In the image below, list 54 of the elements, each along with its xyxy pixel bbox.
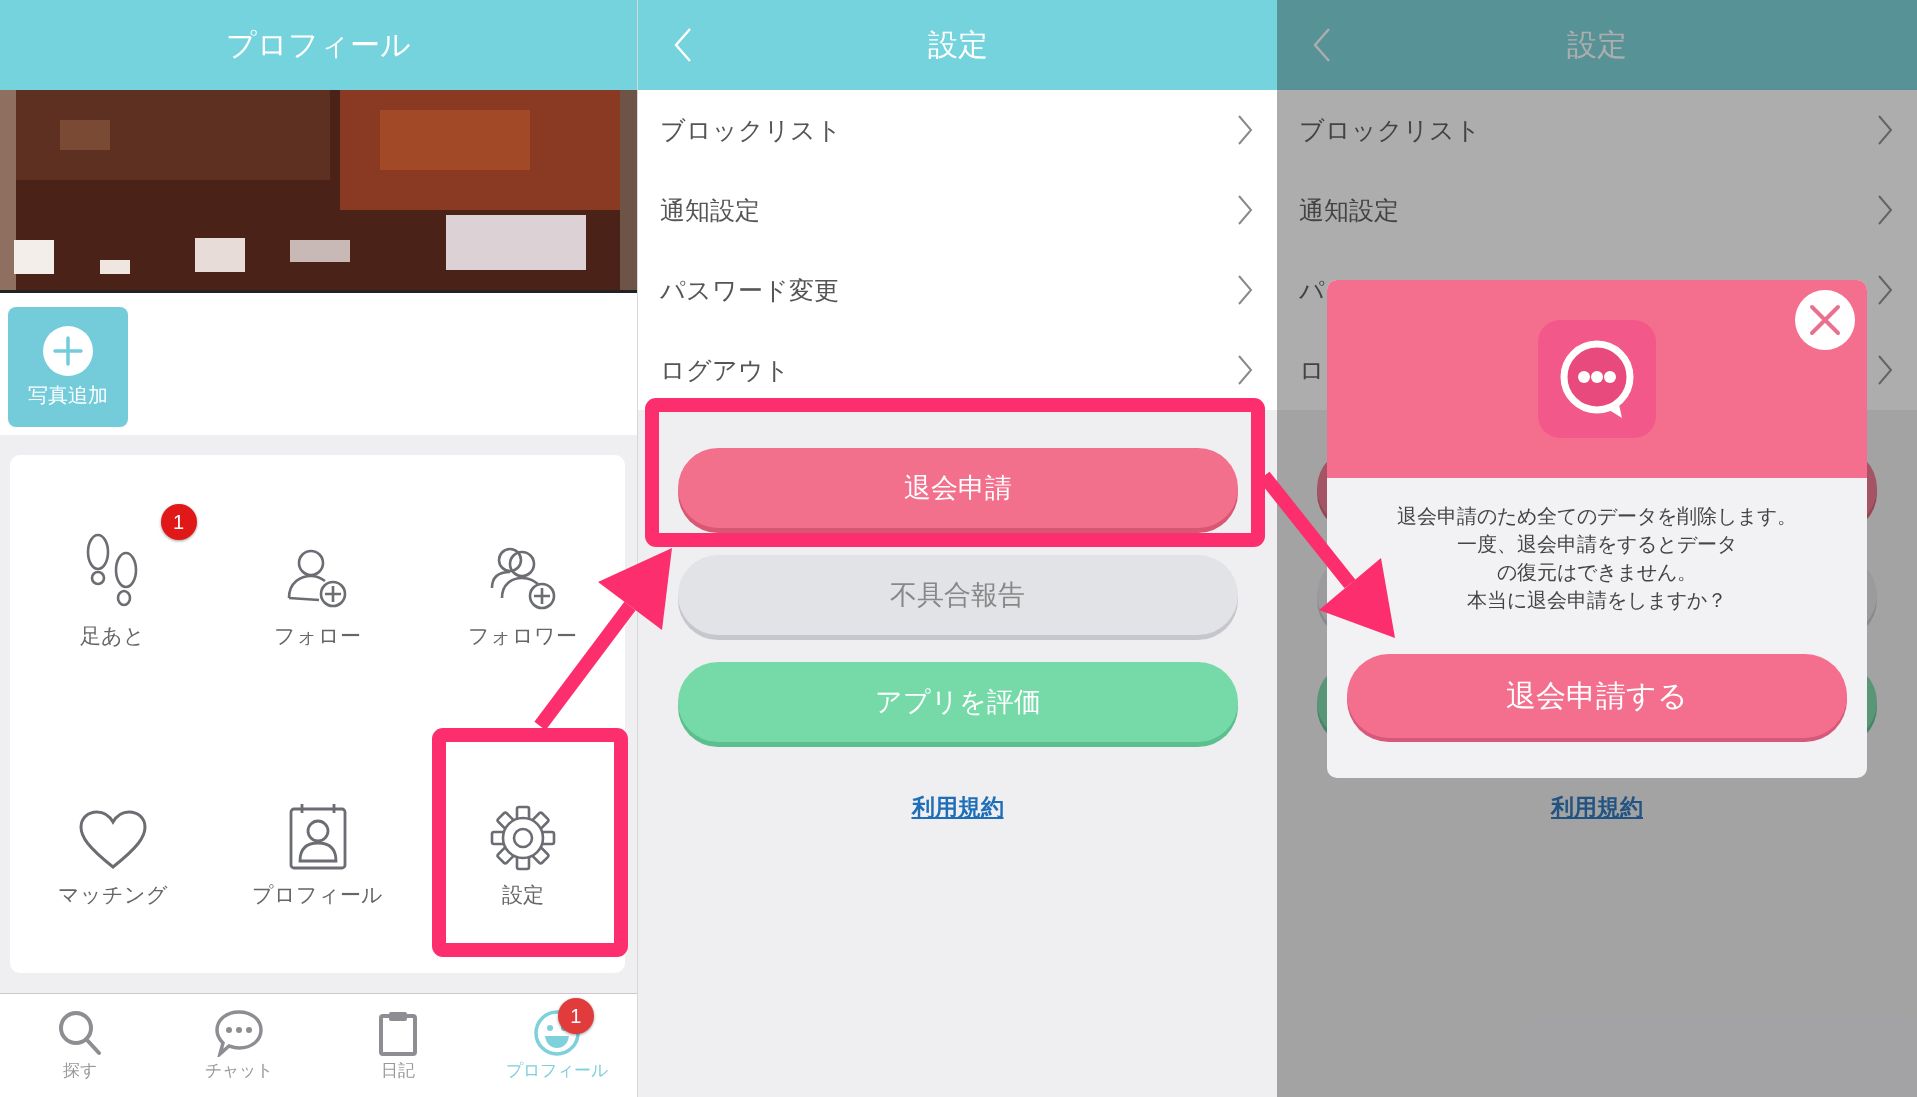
tab-item[interactable]: 探す (0, 994, 160, 1097)
row-label: 通知設定 (1299, 194, 1399, 226)
back-icon[interactable] (1313, 27, 1331, 63)
settings-row[interactable]: ブロックリスト (1277, 90, 1917, 170)
tab-item[interactable]: プロフィール 1 (477, 994, 637, 1097)
row-label: ログアウト (660, 354, 790, 386)
row-label: ブロックリスト (660, 114, 842, 146)
settings-row[interactable]: パスワード変更 (638, 250, 1277, 330)
chat-app-icon (1538, 320, 1656, 438)
tab-item[interactable]: チャット (159, 994, 319, 1097)
settings-row[interactable]: ログアウト (638, 330, 1277, 410)
chevron-right-icon (1237, 114, 1253, 146)
back-icon[interactable] (674, 27, 692, 63)
profile-card-icon (287, 801, 348, 871)
search-icon (56, 1009, 103, 1057)
notification-badge: 1 (557, 998, 594, 1034)
screen-title: 設定 (1567, 26, 1627, 63)
row-label: ロ (1299, 354, 1325, 386)
dialog-message: 退会申請のため全てのデータを削除します。 一度、退会申請をするとデータ の復元はできません。 本当に退会申請をしますか？ (1397, 504, 1797, 613)
heart-icon (77, 809, 148, 871)
settings-row[interactable]: ロ (1277, 330, 1917, 410)
chevron-right-icon (1877, 274, 1893, 306)
chevron-right-icon (1877, 114, 1893, 146)
menu-item[interactable]: 足あと (80, 622, 145, 650)
clipboard-icon (378, 1009, 419, 1057)
close-button[interactable] (1795, 290, 1855, 350)
row-label: パスワード変更 (660, 274, 839, 306)
row-label: パ (1299, 274, 1325, 306)
settings-row[interactable]: 通知設定 (638, 170, 1277, 250)
terms-link[interactable]: 利用規約 (1551, 792, 1643, 823)
chevron-right-icon (1877, 194, 1893, 226)
gear-icon (489, 805, 556, 871)
menu-item[interactable]: プロフィール (252, 881, 383, 909)
menu-item[interactable]: フォロワー (468, 622, 577, 650)
chat-bubble-icon (213, 1009, 264, 1057)
chevron-right-icon (1877, 354, 1893, 386)
row-label: ブロックリスト (1299, 114, 1481, 146)
chevron-right-icon (1237, 274, 1253, 306)
screen-title: 設定 (927, 26, 988, 63)
settings-row[interactable]: パ (1277, 250, 1917, 330)
plus-icon (43, 325, 93, 376)
menu-item[interactable]: マッチング (57, 881, 168, 909)
terms-link[interactable]: 利用規約 (911, 792, 1004, 823)
menu-item[interactable]: フォロー (274, 622, 361, 650)
settings-row[interactable]: 通知設定 (1277, 170, 1917, 250)
notification-badge: 1 (160, 504, 197, 540)
close-icon (1809, 304, 1841, 336)
screen-title: プロフィール (226, 26, 411, 63)
chevron-right-icon (1237, 354, 1253, 386)
row-label: 通知設定 (660, 194, 760, 226)
menu-item[interactable]: 設定 (501, 881, 544, 909)
settings-row[interactable]: ブロックリスト (638, 90, 1277, 170)
chevron-right-icon (1237, 194, 1253, 226)
tab-item[interactable]: 日記 (318, 994, 478, 1097)
